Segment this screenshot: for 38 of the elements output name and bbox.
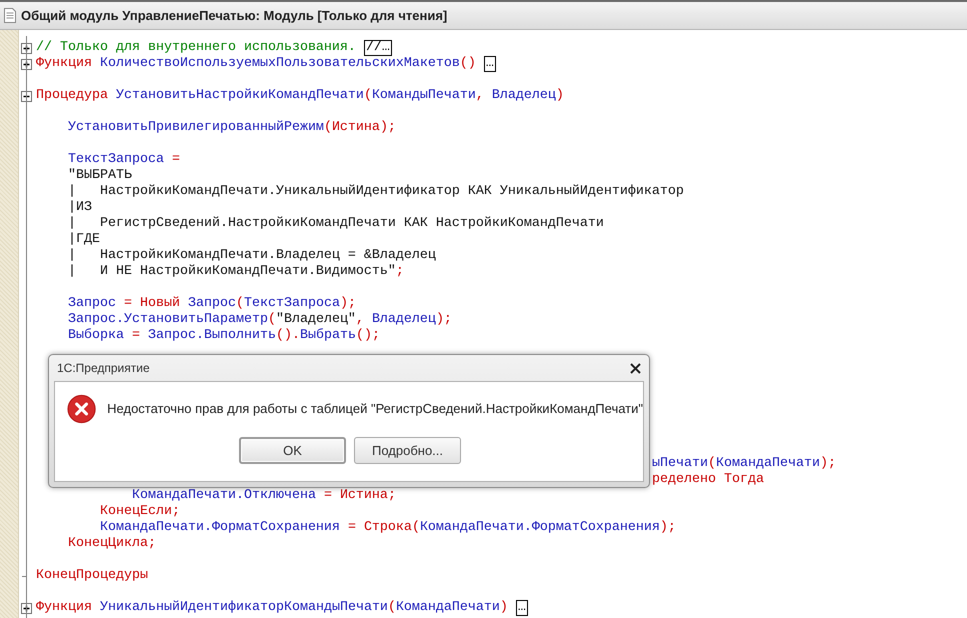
details-button[interactable]: Подробно... — [354, 437, 461, 464]
code-line: КонецПроцедуры — [36, 568, 148, 584]
ok-button[interactable]: OK — [239, 437, 346, 464]
code-line: | РегистрСведений.НастройкиКомандПечати КАК НастройкиКомандПечати — [66, 216, 604, 232]
collapsed-block[interactable]: … — [484, 56, 496, 72]
code-line: ыПечати(КомандаПечати); — [652, 456, 836, 472]
dialog-title: 1С:Предприятие — [57, 360, 150, 377]
collapsed-block[interactable]: //… — [364, 40, 392, 56]
error-message: Недостаточно прав для работы с таблицей "РегистрСведений.НастройкиКомандПечати" — [107, 400, 643, 418]
code-line: ределено Тогда — [652, 472, 764, 488]
collapsed-block[interactable]: … — [516, 600, 528, 616]
expand-icon[interactable] — [21, 42, 32, 54]
code-line: Процедура УстановитьНастройкиКомандПечати(КомандыПечати, Владелец) — [36, 88, 564, 104]
expand-icon[interactable] — [21, 58, 32, 70]
code-line: | НастройкиКомандПечати.Владелец = &Владелец — [66, 248, 436, 264]
error-icon — [67, 394, 96, 424]
code-line: КомандаПечати.Отключена = Истина; — [130, 488, 396, 504]
code-line: | И НЕ НастройкиКомандПечати.Видимость"; — [66, 264, 404, 280]
code-line: |ИЗ — [66, 200, 92, 216]
code-line: |ГДЕ — [66, 232, 100, 248]
code-line: УстановитьПривилегированныйРежим(Истина); — [66, 120, 396, 136]
window-title: Общий модуль УправлениеПечатью: Модуль [Только для чтения] — [21, 6, 448, 25]
code-line: Выборка = Запрос.Выполнить().Выбрать(); — [66, 328, 380, 344]
expand-icon[interactable] — [21, 602, 32, 614]
code-line: Функция УникальныйИдентификаторКомандыПечати(КомандаПечати) — [36, 600, 509, 616]
code-comment: // Только для внутреннего использования. — [36, 40, 357, 56]
code-line: ТекстЗапроса = — [66, 152, 180, 168]
code-line: Функция КоличествоИспользуемыхПользовательскихМакетов() — [36, 56, 477, 72]
close-icon[interactable] — [630, 362, 641, 374]
code-line: | НастройкиКомандПечати.УникальныйИдентификатор КАК УникальныйИдентификатор — [66, 184, 684, 200]
code-line: Запрос.УстановитьПараметр("Владелец", Владелец); — [66, 312, 452, 328]
collapse-icon[interactable] — [21, 90, 32, 102]
code-line: КомандаПечати.ФорматСохранения = Строка(КомандаПечати.ФорматСохранения); — [98, 520, 676, 536]
code-line: КонецЦикла; — [66, 536, 156, 552]
document-icon — [4, 8, 16, 23]
code-line: "ВЫБРАТЬ — [66, 168, 132, 184]
code-line: Запрос = Новый Запрос(ТекстЗапроса); — [66, 296, 356, 312]
code-line: КонецЕсли; — [98, 504, 180, 520]
